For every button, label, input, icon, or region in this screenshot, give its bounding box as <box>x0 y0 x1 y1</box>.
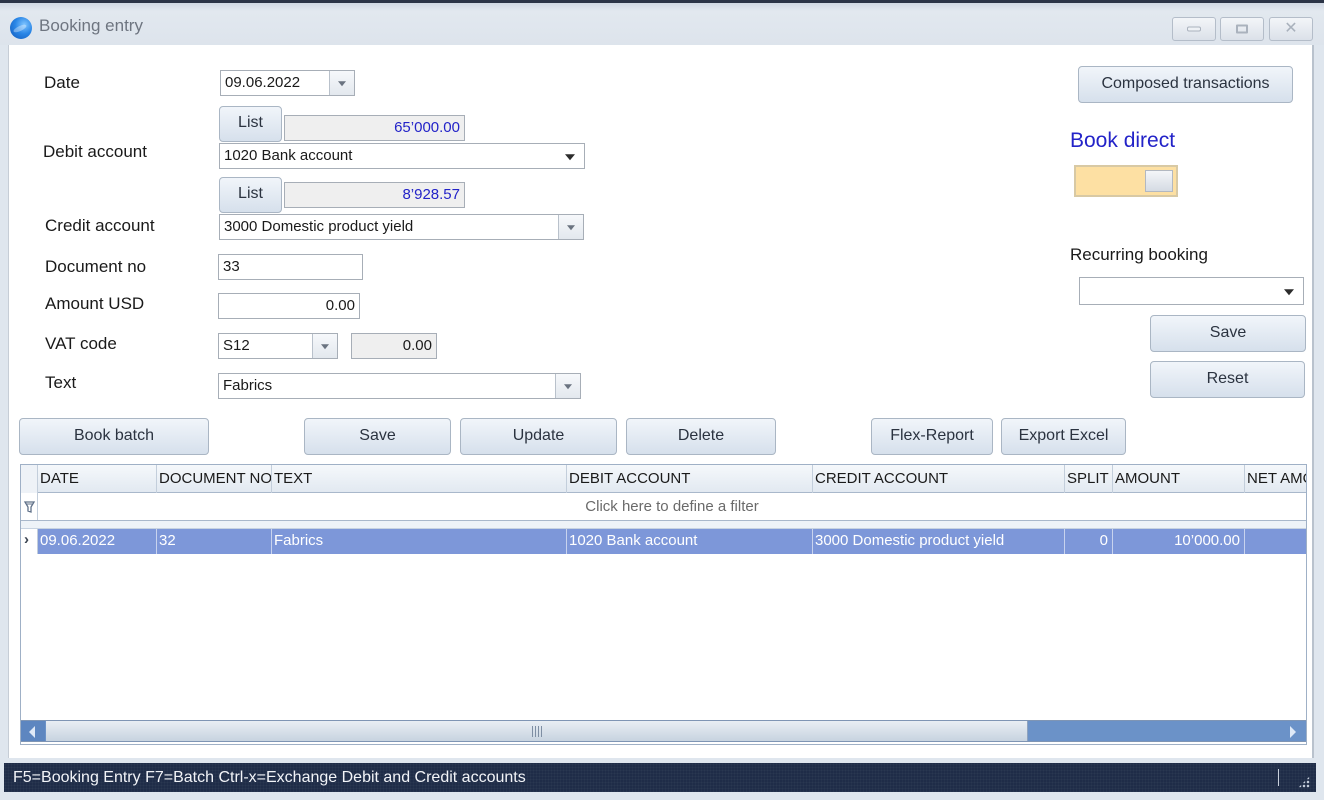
filter-row[interactable]: Click here to define a filter <box>21 493 1306 521</box>
table-row[interactable]: › 09.06.2022 32 Fabrics 1020 Bank accoun… <box>21 529 1306 554</box>
grip-icon <box>532 726 542 737</box>
vat-dropdown-button[interactable] <box>312 334 337 358</box>
cell-credit-account: 3000 Domestic product yield <box>813 529 1065 554</box>
chevron-down-icon <box>565 154 575 161</box>
booking-form-panel: Date Debit account Credit account Docume… <box>8 45 1314 758</box>
credit-dropdown-button[interactable] <box>558 215 583 239</box>
date-picker[interactable]: 09.06.2022 <box>220 70 355 96</box>
column-header-net-amount[interactable]: NET AMOUNT <box>1245 465 1306 493</box>
close-icon: ✕ <box>1284 20 1298 37</box>
column-header-credit-account[interactable]: CREDIT ACCOUNT <box>813 465 1065 493</box>
minimize-button[interactable] <box>1172 17 1216 41</box>
delete-button[interactable]: Delete <box>626 418 776 455</box>
title-bar: Booking entry ✕ <box>0 0 1324 45</box>
chevron-down-icon <box>321 344 329 350</box>
chevron-down-icon <box>1284 289 1294 296</box>
column-header-debit-account[interactable]: DEBIT ACCOUNT <box>567 465 813 493</box>
chevron-down-icon <box>338 81 346 87</box>
text-value: Fabrics <box>223 377 273 394</box>
recurring-reset-button[interactable]: Reset <box>1150 361 1305 398</box>
column-header-amount[interactable]: AMOUNT <box>1113 465 1245 493</box>
column-header-date[interactable]: DATE <box>38 465 157 493</box>
vat-amount: 0.00 <box>351 333 437 359</box>
cell-text: Fabrics <box>272 529 567 554</box>
document-no-input[interactable]: 33 <box>218 254 363 280</box>
book-batch-button[interactable]: Book batch <box>19 418 209 455</box>
debit-balance: 65’000.00 <box>284 115 465 141</box>
credit-account-label: Credit account <box>45 216 155 235</box>
current-row-chevron-icon: › <box>24 531 29 548</box>
row-indicator-cell: › <box>21 529 38 554</box>
status-bar: F5=Booking Entry F7=Batch Ctrl-x=Exchang… <box>4 763 1316 792</box>
flex-report-button[interactable]: Flex-Report <box>871 418 993 455</box>
bookings-grid[interactable]: DATE DOCUMENT NO TEXT DEBIT ACCOUNT CRED… <box>20 464 1307 745</box>
recurring-save-button[interactable]: Save <box>1150 315 1306 352</box>
resize-grip-icon[interactable] <box>1298 776 1310 788</box>
amount-label: Amount USD <box>45 294 145 313</box>
status-separator <box>1278 769 1279 786</box>
toggle-knob[interactable] <box>1145 170 1173 192</box>
vat-code-label: VAT code <box>45 334 117 353</box>
column-header-split[interactable]: SPLIT <box>1065 465 1113 493</box>
close-button[interactable]: ✕ <box>1269 17 1313 41</box>
horizontal-scrollbar[interactable] <box>21 720 1306 742</box>
vat-code-select[interactable]: S12 <box>218 333 338 359</box>
chevron-down-icon <box>564 384 572 390</box>
amount-input[interactable]: 0.00 <box>218 293 360 319</box>
cell-amount: 10’000.00 <box>1113 529 1245 554</box>
filter-prompt[interactable]: Click here to define a filter <box>38 498 1306 515</box>
date-value: 09.06.2022 <box>225 74 301 91</box>
debit-account-label: Debit account <box>43 142 147 161</box>
grid-header: DATE DOCUMENT NO TEXT DEBIT ACCOUNT CRED… <box>21 465 1306 493</box>
credit-account-value: 3000 Domestic product yield <box>224 218 414 235</box>
app-logo-icon <box>10 17 32 39</box>
filter-icon <box>23 501 36 513</box>
scrollbar-thumb[interactable] <box>46 721 1028 741</box>
filter-indicator-cell <box>21 493 38 520</box>
book-direct-toggle[interactable] <box>1074 165 1178 197</box>
credit-balance: 8’928.57 <box>284 182 465 208</box>
export-excel-button[interactable]: Export Excel <box>1001 418 1126 455</box>
column-header-text[interactable]: TEXT <box>272 465 567 493</box>
book-direct-label: Book direct <box>1070 129 1176 152</box>
column-header-document-no[interactable]: DOCUMENT NO <box>157 465 272 493</box>
minimize-icon <box>1187 26 1201 32</box>
cell-date: 09.06.2022 <box>38 529 157 554</box>
recurring-booking-label: Recurring booking <box>1070 245 1208 264</box>
debit-list-button[interactable]: List <box>219 106 282 142</box>
maximize-button[interactable] <box>1220 17 1264 41</box>
cell-debit-account: 1020 Bank account <box>567 529 813 554</box>
scroll-right-arrow-icon[interactable] <box>1282 721 1306 741</box>
date-dropdown-button[interactable] <box>329 71 354 95</box>
scroll-left-arrow-icon[interactable] <box>21 721 45 741</box>
composed-transactions-button[interactable]: Composed transactions <box>1078 66 1293 103</box>
credit-account-select[interactable]: 3000 Domestic product yield <box>219 214 584 240</box>
debit-account-value: 1020 Bank account <box>224 147 353 164</box>
window-title: Booking entry <box>39 16 143 35</box>
save-button[interactable]: Save <box>304 418 451 455</box>
recurring-booking-select[interactable] <box>1079 277 1304 305</box>
update-button[interactable]: Update <box>460 418 617 455</box>
chevron-down-icon <box>567 225 575 231</box>
header-indicator-cell <box>21 465 38 493</box>
vat-code-value: S12 <box>223 337 250 354</box>
text-select[interactable]: Fabrics <box>218 373 581 399</box>
debit-account-select[interactable]: 1020 Bank account <box>219 143 585 169</box>
credit-list-button[interactable]: List <box>219 177 282 213</box>
cell-document-no: 32 <box>157 529 272 554</box>
text-dropdown-button[interactable] <box>555 374 580 398</box>
filter-divider <box>21 521 1306 529</box>
cell-net-amount <box>1245 529 1306 554</box>
text-label: Text <box>45 373 77 392</box>
date-label: Date <box>44 73 80 92</box>
maximize-icon <box>1236 24 1248 34</box>
status-shortcuts-text: F5=Booking Entry F7=Batch Ctrl-x=Exchang… <box>13 769 526 786</box>
cell-split: 0 <box>1065 529 1113 554</box>
document-no-label: Document no <box>45 257 147 276</box>
